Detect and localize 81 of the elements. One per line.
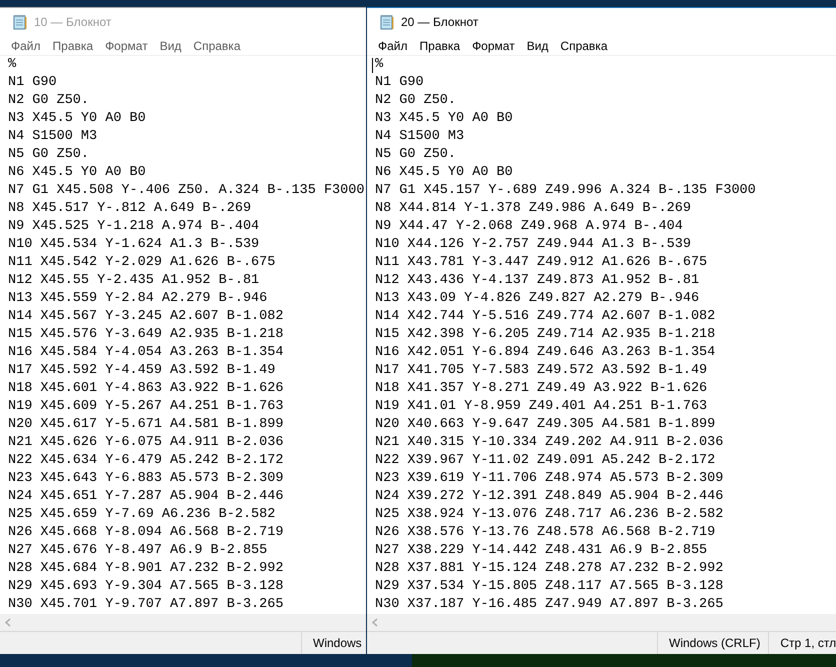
code-line: N11 X45.542 Y-2.029 A1.626 B-.675 (8, 254, 276, 272)
notepad-icon (379, 14, 395, 30)
code-line: N3 X45.5 Y0 A0 B0 (8, 110, 146, 128)
code-line: N30 X37.187 Y-16.485 Z47.949 A7.897 B-3.265 (375, 596, 724, 614)
code-line: N25 X45.659 Y-7.69 A6.236 B-2.582 (8, 506, 276, 524)
code-line: N26 X38.576 Y-13.76 Z48.578 A6.568 B-2.719 (375, 524, 716, 542)
code-line: N6 X45.5 Y0 A0 B0 (8, 164, 146, 182)
code-line: N11 X43.781 Y-3.447 Z49.912 A1.626 B-.675 (375, 254, 708, 272)
code-line: N16 X45.584 Y-4.054 A3.263 B-1.354 (8, 344, 284, 362)
code-line: N14 X45.567 Y-3.245 A2.607 B-1.082 (8, 308, 284, 326)
code-line: N15 X42.398 Y-6.205 Z49.714 A2.935 B-1.218 (375, 326, 716, 344)
code-line: N1 G90 (375, 74, 424, 92)
code-line: N3 X45.5 Y0 A0 B0 (375, 110, 513, 128)
code-line: N17 X41.705 Y-7.583 Z49.572 A3.592 B-1.49 (375, 362, 708, 380)
code-line: % (8, 56, 16, 74)
code-line: N5 G0 Z50. (375, 146, 456, 164)
code-line: N12 X45.55 Y-2.435 A1.952 B-.81 (8, 272, 260, 290)
menu-item[interactable]: Формат (466, 36, 521, 54)
code-line: N28 X45.684 Y-8.901 A7.232 B-2.992 (8, 560, 284, 578)
code-line: N10 X45.534 Y-1.624 A1.3 B-.539 (8, 236, 260, 254)
notepad-icon (12, 14, 28, 30)
code-line: N20 X45.617 Y-5.671 A4.581 B-1.899 (8, 416, 284, 434)
code-line: N29 X37.534 Y-15.805 Z48.117 A7.565 B-3.128 (375, 578, 724, 596)
code-line: N28 X37.881 Y-15.124 Z48.278 A7.232 B-2.992 (375, 560, 724, 578)
window-title: 10 — Блокнот (34, 14, 112, 31)
horizontal-scrollbar[interactable] (0, 614, 366, 631)
code-line: N27 X45.676 Y-8.497 A6.9 B-2.855 (8, 542, 268, 560)
code-line: N18 X45.601 Y-4.863 A3.922 B-1.626 (8, 380, 284, 398)
text-cursor (372, 58, 373, 73)
code-line: N30 X45.701 Y-9.707 A7.897 B-3.265 (8, 596, 284, 614)
menu-item[interactable]: Правка (414, 36, 466, 54)
code-line: N23 X45.643 Y-6.883 A5.573 B-2.309 (8, 470, 284, 488)
code-line: N20 X40.663 Y-9.647 Z49.305 A4.581 B-1.899 (375, 416, 716, 434)
code-line: N23 X39.619 Y-11.706 Z48.974 A5.573 B-2.309 (375, 470, 724, 488)
menu-item[interactable]: Файл (372, 36, 414, 54)
code-line: N1 G90 (8, 74, 57, 92)
code-line: N24 X45.651 Y-7.287 A5.904 B-2.446 (8, 488, 284, 506)
code-line: N19 X41.01 Y-8.959 Z49.401 A4.251 B-1.763 (375, 398, 708, 416)
code-line: % (375, 56, 384, 74)
code-line: N13 X43.09 Y-4.826 Z49.827 A2.279 B-.946 (375, 290, 700, 308)
code-line: N9 X44.47 Y-2.068 Z49.968 A.974 B-.404 (375, 218, 683, 236)
menu-item[interactable]: Файл (5, 36, 47, 54)
code-line: N26 X45.668 Y-8.094 A6.568 B-2.719 (8, 524, 284, 542)
code-line: N4 S1500 M3 (8, 128, 98, 146)
code-line: N6 X45.5 Y0 A0 B0 (375, 164, 513, 182)
code-line: N24 X39.272 Y-12.391 Z48.849 A5.904 B-2.446 (375, 488, 724, 506)
code-line: N17 X45.592 Y-4.459 A3.592 B-1.49 (8, 362, 276, 380)
code-line: N4 S1500 M3 (375, 128, 464, 146)
code-line: N8 X44.814 Y-1.378 Z49.986 A.649 B-.269 (375, 200, 691, 218)
menu-item[interactable]: Справка (554, 36, 614, 54)
code-line: N19 X45.609 Y-5.267 A4.251 B-1.763 (8, 398, 284, 416)
code-line: N12 X43.436 Y-4.137 Z49.873 A1.952 B-.81 (375, 272, 700, 290)
chevron-left-icon[interactable] (371, 618, 378, 627)
code-line: N29 X45.693 Y-9.304 A7.565 B-3.128 (8, 578, 284, 596)
code-line: N7 G1 X45.508 Y-.406 Z50. A.324 B-.135 F3000 (8, 182, 364, 200)
code-line: N27 X38.229 Y-14.442 Z48.431 A6.9 B-2.855 (375, 542, 708, 560)
code-line: N22 X39.967 Y-11.02 Z49.091 A5.242 B-2.172 (375, 452, 716, 470)
code-line: N14 X42.744 Y-5.516 Z49.774 A2.607 B-1.082 (375, 308, 716, 326)
code-line: N5 G0 Z50. (8, 146, 90, 164)
menu-item[interactable]: Вид (520, 36, 554, 54)
code-line: N10 X44.126 Y-2.757 Z49.944 A1.3 B-.539 (375, 236, 691, 254)
code-line: N16 X42.051 Y-6.894 Z49.646 A3.263 B-1.354 (375, 344, 716, 362)
code-line: N7 G1 X45.157 Y-.689 Z49.996 A.324 B-.135 F3000 (375, 182, 756, 200)
horizontal-scrollbar[interactable] (367, 614, 836, 631)
code-line: N15 X45.576 Y-3.649 A2.935 B-1.218 (8, 326, 284, 344)
code-line: N9 X45.525 Y-1.218 A.974 B-.404 (8, 218, 260, 236)
code-line: N8 X45.517 Y-.812 A.649 B-.269 (8, 200, 252, 218)
code-line: N13 X45.559 Y-2.84 A2.279 B-.946 (8, 290, 268, 308)
menu-item[interactable]: Вид (154, 36, 188, 54)
code-line: N21 X45.626 Y-6.075 A4.911 B-2.036 (8, 434, 284, 452)
menu-item[interactable]: Формат (99, 36, 154, 54)
window-title: 20 — Блокнот (401, 14, 478, 31)
code-line: N22 X45.634 Y-6.479 A5.242 B-2.172 (8, 452, 284, 470)
code-line: N2 G0 Z50. (375, 92, 456, 110)
menu-item[interactable]: Правка (46, 36, 100, 54)
code-line: N18 X41.357 Y-8.271 Z49.49 A3.922 B-1.626 (375, 380, 708, 398)
code-line: N2 G0 Z50. (8, 92, 90, 110)
chevron-left-icon[interactable] (4, 618, 11, 627)
code-line: N25 X38.924 Y-13.076 Z48.717 A6.236 B-2.582 (375, 506, 724, 524)
code-line: N21 X40.315 Y-10.334 Z49.202 A4.911 B-2.036 (375, 434, 724, 452)
menu-item[interactable]: Справка (187, 36, 246, 54)
